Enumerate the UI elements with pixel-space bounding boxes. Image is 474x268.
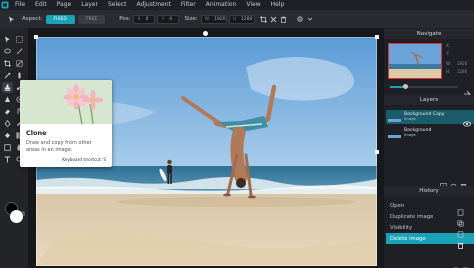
layers-title: Layers (384, 95, 474, 105)
fill-bucket-icon[interactable] (2, 130, 13, 141)
pos-y-value: 0 (169, 16, 173, 22)
history-item-label: Open (390, 202, 405, 209)
menu-adjustment[interactable]: Adjustment (131, 0, 175, 10)
size-label: Size: (184, 16, 198, 22)
eyedropper-icon[interactable] (2, 70, 13, 81)
menu-bar: File Edit Page Layer Select Adjustment F… (0, 0, 474, 10)
sharpen-icon[interactable] (2, 94, 13, 105)
history-item-label: Duplicate image (390, 213, 434, 220)
chevron-down-icon[interactable] (305, 14, 315, 24)
move-tool-icon[interactable] (2, 34, 13, 45)
clone-tool-tooltip: Clone Draw and copy from other areas in … (20, 80, 112, 167)
navigator-w-value: 1920 (457, 61, 468, 66)
shape-tool-icon[interactable] (2, 142, 13, 153)
crop-tool-icon[interactable] (2, 58, 13, 69)
layer-background-copy[interactable]: Background Copy Image (386, 110, 474, 127)
layer-text: Background Copy Image (404, 112, 445, 122)
aspect-label: Aspect: (22, 16, 43, 22)
history-item-label: Delete image (390, 235, 426, 242)
menu-filter[interactable]: Filter (176, 0, 201, 10)
pos-x-field[interactable]: X0 (133, 14, 156, 24)
size-h-key: H (232, 16, 237, 22)
menu-help[interactable]: Help (266, 0, 290, 10)
close-icon[interactable] (269, 14, 279, 24)
history-item-label: Visibility (390, 224, 413, 231)
menu-layer[interactable]: Layer (76, 0, 103, 10)
navigator-y-label: Y: (446, 51, 450, 56)
app-logo-icon[interactable] (0, 0, 10, 10)
resize-handle-right[interactable] (375, 150, 379, 154)
zoom-slider-handle[interactable] (403, 84, 408, 89)
size-w-field[interactable]: W 1920 (200, 14, 227, 24)
eraser-icon[interactable] (2, 106, 13, 117)
fixed-button[interactable]: FIXED (45, 14, 75, 24)
history-delete-icon (457, 234, 464, 253)
navigator-thumbnail[interactable] (388, 43, 442, 79)
menu-animation[interactable]: Animation (201, 0, 242, 10)
navigator-x-label: X: (446, 43, 451, 48)
menu-file[interactable]: File (10, 0, 30, 10)
resize-handle-top[interactable] (203, 31, 208, 36)
cursor-icon[interactable] (6, 14, 16, 24)
marquee-tool-icon[interactable] (14, 34, 25, 45)
clone-stamp-icon[interactable] (2, 82, 13, 93)
size-h-field[interactable]: H 1280 (228, 14, 255, 24)
pos-y-key: Y (161, 16, 165, 22)
size-w-value: 1920 (214, 16, 226, 22)
pos-x-value: 0 (145, 16, 149, 22)
navigator-h-value: 1280 (457, 69, 468, 74)
history-title: History (384, 186, 474, 196)
pos-y-field[interactable]: Y0 (157, 14, 180, 24)
menu-select[interactable]: Select (103, 0, 132, 10)
tooltip-description: Draw and copy from other areas in an ima… (26, 140, 92, 153)
layer-text: Background Image (404, 128, 431, 138)
lasso-tool-icon[interactable] (2, 46, 13, 57)
navigator-h-label: H: (446, 69, 451, 74)
settings-icon[interactable] (295, 14, 305, 24)
tooltip-preview-image (20, 80, 112, 125)
layer-thumbnail (388, 129, 401, 138)
text-tool-icon[interactable] (2, 154, 13, 165)
slice-tool-icon[interactable] (14, 58, 25, 69)
free-button[interactable]: FREE (77, 14, 106, 24)
undo-icon[interactable] (452, 258, 459, 268)
layer-thumbnail (388, 113, 401, 122)
pen-icon[interactable] (2, 118, 13, 129)
menu-view[interactable]: View (241, 0, 265, 10)
navigator-title: Navigate (384, 29, 474, 39)
layer-type: Image (404, 132, 416, 138)
menu-edit[interactable]: Edit (30, 0, 52, 10)
tooltip-title: Clone (26, 129, 47, 137)
resize-handle-top-left[interactable] (34, 35, 38, 39)
magic-wand-icon[interactable] (14, 46, 25, 57)
pos-x-key: X (137, 16, 141, 22)
clear-history-icon[interactable] (462, 258, 469, 268)
options-bar: Aspect: FIXED FREE Pos: X0 Y0 Size: W 192… (0, 10, 474, 28)
resize-handle-top-right[interactable] (375, 35, 379, 39)
zoom-slider[interactable] (390, 86, 458, 88)
swap-colors-icon[interactable] (19, 202, 25, 216)
size-w-key: W (204, 16, 210, 22)
size-h-value: 1280 (241, 16, 253, 22)
menu-page[interactable]: Page (52, 0, 77, 10)
tooltip-shortcut: Keyboard shortcut: S (62, 157, 106, 162)
navigator-w-label: W: (446, 61, 452, 66)
delete-icon[interactable] (279, 14, 289, 24)
layer-background[interactable]: Background Image (386, 126, 474, 140)
crop-icon[interactable] (259, 14, 269, 24)
history-actions (452, 258, 469, 268)
layer-type: Image (404, 116, 416, 122)
pos-label: Pos: (119, 16, 131, 22)
